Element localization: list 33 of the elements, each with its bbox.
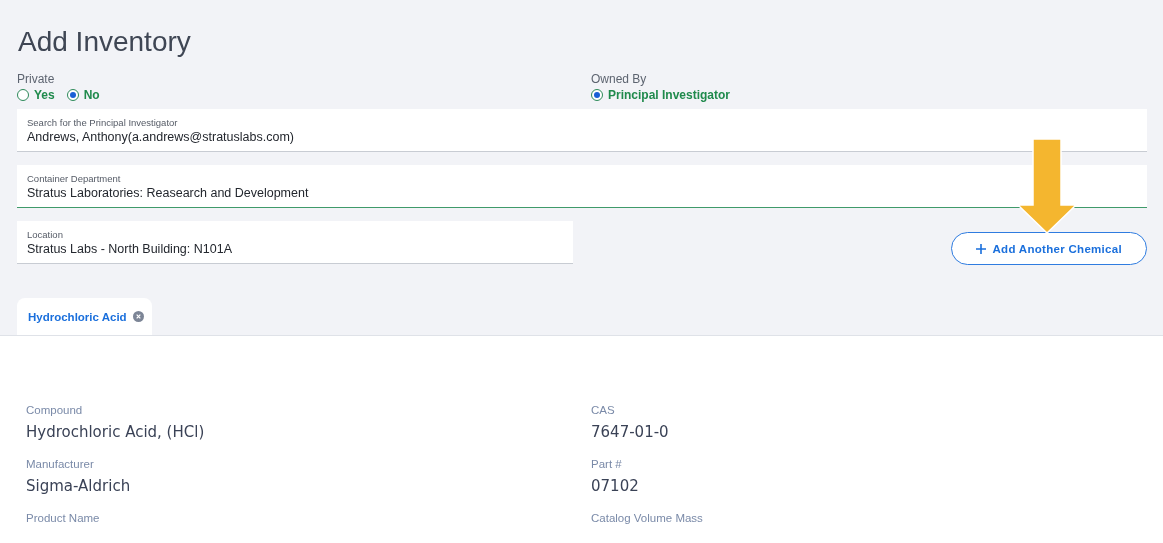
detail-value: 7647-01-0 xyxy=(591,423,669,441)
detail-label: Product Name xyxy=(26,512,100,524)
plus-icon xyxy=(976,243,987,254)
detail-label: Catalog Volume Mass xyxy=(591,512,703,524)
input-field[interactable]: Stratus Laboratories: Reasearch and Development xyxy=(27,186,1137,200)
text-field[interactable]: Search for the Principal Investigator Andrews, Anthony(a.andrews@stratuslabs.com) xyxy=(17,109,1147,152)
text-field[interactable]: Location Stratus Labs - North Building: N101A xyxy=(17,221,573,264)
detail-value: Hydrochloric Acid, (HCl) xyxy=(26,423,205,441)
field-label: Container Department xyxy=(27,173,122,184)
group-label: Owned By xyxy=(591,72,647,86)
radio-label[interactable]: No xyxy=(83,88,100,102)
detail-label: CAS xyxy=(591,404,615,416)
radio-icon[interactable] xyxy=(591,89,603,101)
field-label: Search for the Principal Investigator xyxy=(27,117,179,128)
detail-label: Manufacturer xyxy=(26,458,94,470)
text-field[interactable]: Container Department Stratus Laboratories: Reasearch and Development xyxy=(17,165,1147,208)
group-label: Private xyxy=(17,72,55,86)
radio-option[interactable]: No xyxy=(66,88,100,102)
radio-icon[interactable] xyxy=(66,89,79,101)
field-label: Location xyxy=(27,229,64,240)
radio-icon[interactable] xyxy=(17,89,29,101)
input-field[interactable]: Stratus Labs - North Building: N101A xyxy=(27,242,563,256)
detail-label: Compound xyxy=(26,404,83,416)
page-title: Add Inventory xyxy=(18,26,192,58)
radio-label[interactable]: Yes xyxy=(34,88,55,102)
close-icon[interactable] xyxy=(132,311,144,322)
detail-value: 07102 xyxy=(591,477,639,495)
radio-option[interactable]: Yes xyxy=(17,88,55,102)
input-field[interactable]: Andrews, Anthony(a.andrews@stratuslabs.com) xyxy=(27,130,1137,144)
chemical-tab[interactable]: Hydrochloric Acid xyxy=(17,298,152,335)
detail-value: Sigma-Aldrich xyxy=(26,477,131,495)
add-chemical-button[interactable]: Add Another Chemical xyxy=(951,232,1147,265)
detail-label: Part # xyxy=(591,458,622,470)
